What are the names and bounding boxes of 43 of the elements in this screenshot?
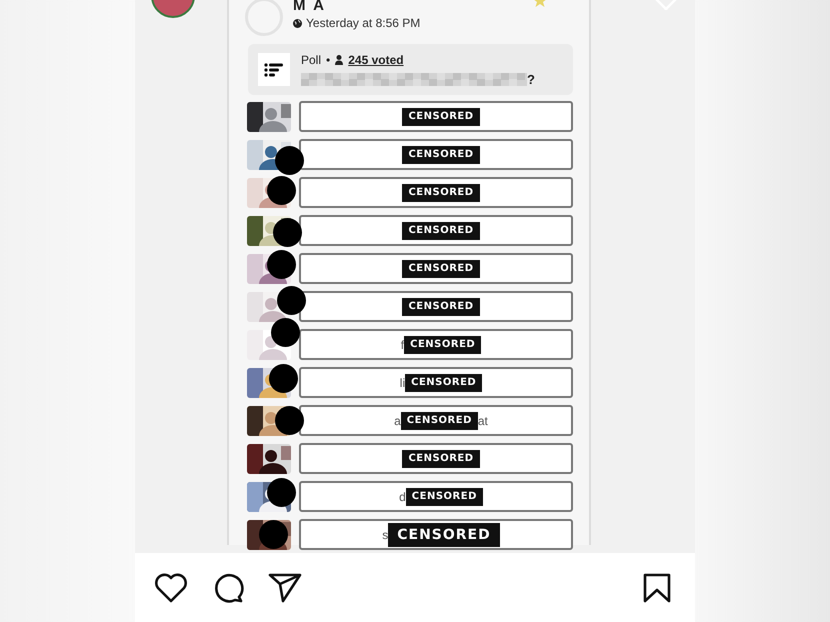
post-time: Yesterday at 8:56 PM: [306, 16, 420, 30]
censored-label: CENSORED: [402, 146, 480, 164]
author-name: M A: [293, 0, 327, 14]
censored-label: CENSORED: [402, 184, 480, 202]
censored-label: CENSORED: [402, 260, 480, 278]
option-text: f: [400, 338, 404, 352]
person-icon: [335, 54, 344, 64]
censored-label: CENSORED: [402, 108, 480, 126]
poll-option[interactable]: s CENSORED: [299, 519, 573, 550]
option-text: a: [394, 414, 401, 428]
option-text: s: [382, 528, 388, 542]
globe-icon: [293, 18, 302, 28]
censored-label: CENSORED: [400, 412, 478, 430]
question-mark: ?: [527, 72, 535, 86]
poll-option[interactable]: CENSORED: [299, 443, 573, 474]
poll-option[interactable]: CENSORED: [299, 253, 573, 284]
censored-label: CENSORED: [405, 374, 482, 392]
poll-option[interactable]: a CENSORED at: [299, 405, 573, 436]
separator-dot: •: [326, 52, 330, 66]
censored-label: CENSORED: [402, 298, 480, 316]
send-icon[interactable]: [268, 572, 302, 602]
censored-label: CENSORED: [404, 336, 482, 354]
poll-option[interactable]: CENSORED: [299, 177, 573, 208]
poll-option[interactable]: f CENSORED: [299, 329, 573, 360]
poll-option[interactable]: CENSORED: [299, 291, 573, 322]
option-text: at: [478, 414, 488, 428]
poll-list-icon: [258, 53, 290, 86]
option-text: li: [400, 376, 406, 390]
poll-option[interactable]: li CENSORED: [299, 367, 573, 398]
censored-label: CENSORED: [388, 522, 500, 546]
poll-option[interactable]: CENSORED: [299, 139, 573, 170]
heart-icon[interactable]: [154, 572, 188, 602]
censored-label: CENSORED: [402, 222, 480, 240]
bookmark-icon[interactable]: [643, 572, 671, 602]
poll-option[interactable]: CENSORED: [299, 101, 573, 132]
poll-label: Poll: [301, 52, 322, 66]
option-text: d: [399, 490, 406, 504]
censored-label: CENSORED: [406, 488, 483, 506]
poll-option[interactable]: d CENSORED: [299, 481, 573, 512]
poll-option[interactable]: CENSORED: [299, 215, 573, 246]
censored-label: CENSORED: [402, 450, 480, 468]
comment-icon[interactable]: [212, 572, 244, 602]
votes-link[interactable]: 245 voted: [348, 52, 404, 66]
